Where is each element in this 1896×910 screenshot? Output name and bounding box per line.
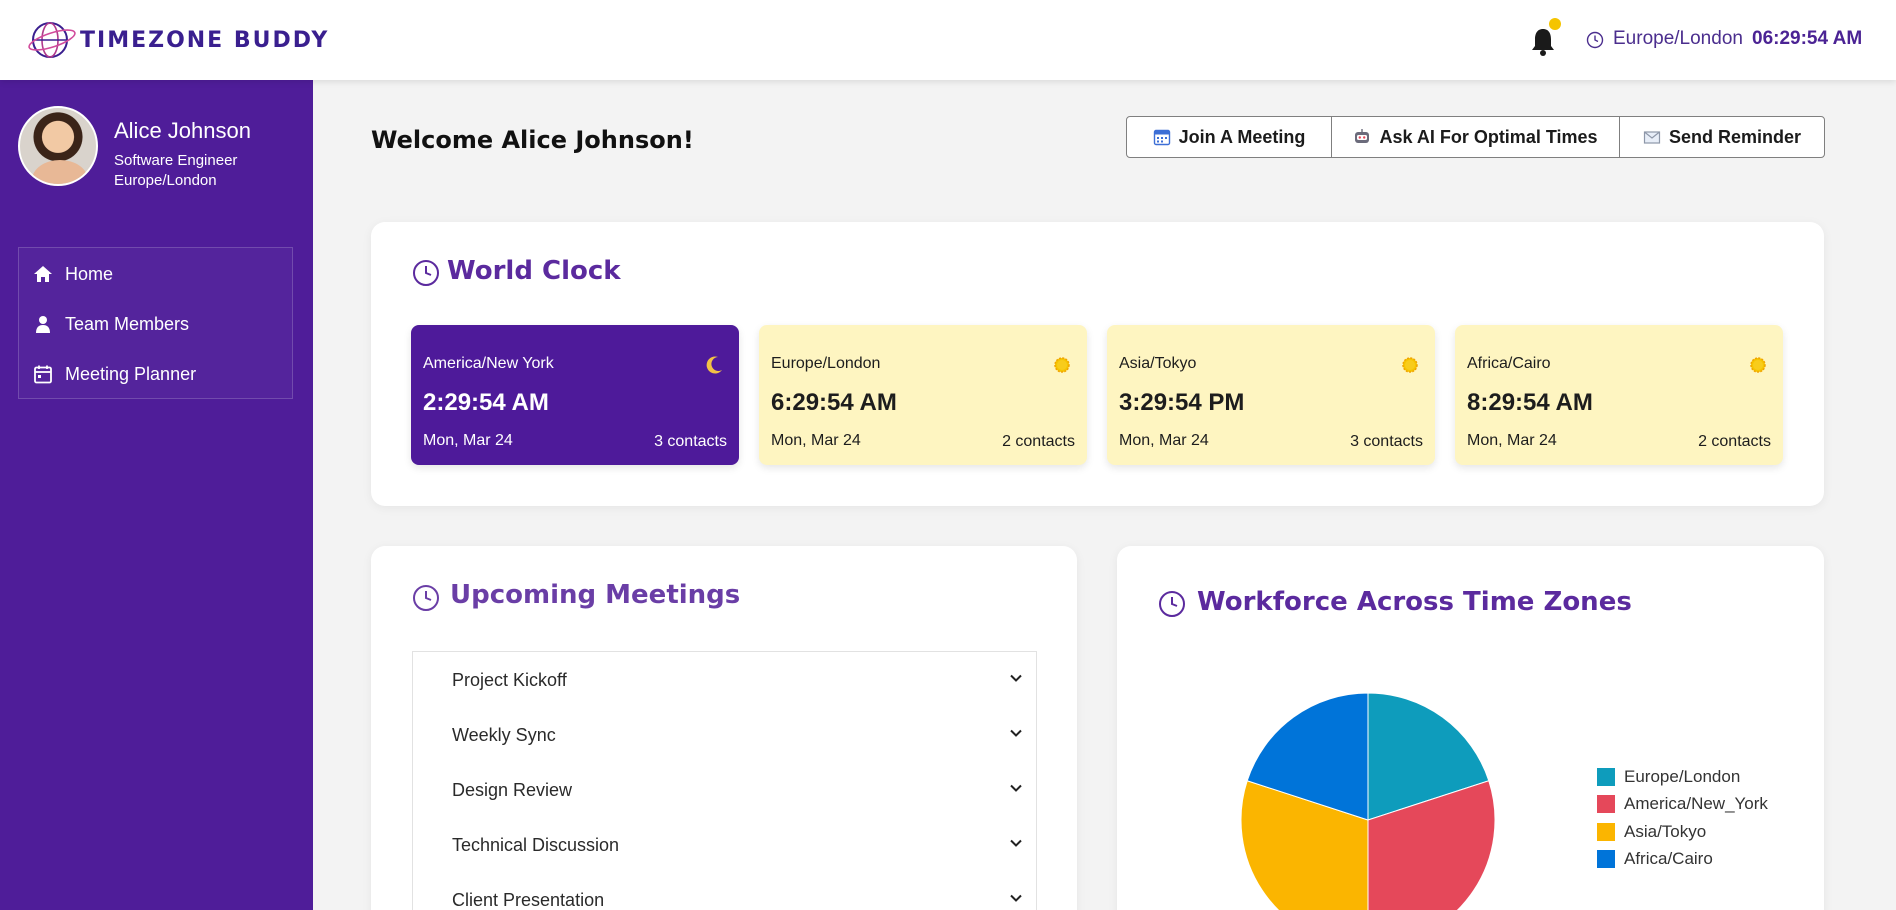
chevron-down-icon <box>1010 674 1022 682</box>
sun-icon <box>1054 357 1070 373</box>
legend-label: Africa/Cairo <box>1624 849 1713 869</box>
world-clock-title: World Clock <box>447 256 621 286</box>
robot-icon <box>1355 129 1370 143</box>
meeting-item[interactable]: Design Review <box>413 762 1036 817</box>
meeting-item[interactable]: Technical Discussion <box>413 817 1036 872</box>
sidebar-item-team-members[interactable]: Team Members <box>19 300 292 348</box>
chart-legend: Europe/London America/New_York Asia/Tokyo A… <box>1597 763 1768 873</box>
legend-label: Asia/Tokyo <box>1624 821 1707 841</box>
chevron-down-icon <box>1010 894 1022 902</box>
sidebar-item-label: Meeting Planner <box>65 363 197 384</box>
clock-date: Mon, Mar 24 <box>1119 432 1209 449</box>
user-name: Alice Johnson <box>114 118 251 143</box>
legend-item[interactable]: Africa/Cairo <box>1597 846 1768 874</box>
sidebar-item-meeting-planner[interactable]: Meeting Planner <box>19 350 292 398</box>
meeting-item[interactable]: Client Presentation <box>413 872 1036 910</box>
clock-tile-asia-tokyo[interactable]: Asia/Tokyo 3:29:54 PM Mon, Mar 24 3 cont… <box>1107 325 1435 465</box>
join-meeting-button[interactable]: Join A Meeting <box>1127 117 1332 157</box>
clock-zone: Asia/Tokyo <box>1119 355 1197 372</box>
meeting-item[interactable]: Project Kickoff <box>413 652 1036 707</box>
user-icon <box>36 316 50 333</box>
clock-date: Mon, Mar 24 <box>1467 432 1557 449</box>
clock-zone: America/New York <box>423 355 554 372</box>
calendar-icon <box>1153 129 1170 146</box>
sidebar: Alice Johnson Software Engineer Europe/L… <box>0 80 313 910</box>
clock-icon <box>413 585 439 611</box>
send-reminder-label: Send Reminder <box>1668 126 1802 147</box>
ask-ai-button[interactable]: Ask AI For Optimal Times <box>1332 117 1620 157</box>
sun-icon <box>1750 357 1766 373</box>
clock-contacts: 3 contacts <box>1350 433 1423 450</box>
clock-date: Mon, Mar 24 <box>423 432 513 449</box>
legend-swatch <box>1597 767 1615 786</box>
ask-ai-label: Ask AI For Optimal Times <box>1379 126 1598 147</box>
clock-tile-europe-london[interactable]: Europe/London 6:29:54 AM Mon, Mar 24 2 c… <box>759 325 1087 465</box>
clock-contacts: 3 contacts <box>654 433 727 450</box>
clock-zone: Africa/Cairo <box>1467 355 1551 372</box>
clock-icon <box>413 260 439 286</box>
user-timezone: Europe/London <box>114 172 217 189</box>
brand-name: TIMEZONE BUDDY <box>80 27 330 53</box>
clock-contacts: 2 contacts <box>1002 433 1075 450</box>
join-meeting-label: Join A Meeting <box>1178 126 1306 147</box>
sidebar-nav: Home Team Members Meeting Planner <box>18 247 293 399</box>
user-role: Software Engineer <box>114 152 238 169</box>
home-icon <box>34 266 52 282</box>
upcoming-meetings-title: Upcoming Meetings <box>450 580 741 610</box>
clock-contacts: 2 contacts <box>1698 433 1771 450</box>
envelope-icon <box>1643 131 1661 144</box>
clock-date: Mon, Mar 24 <box>771 432 861 449</box>
clock-time: 8:29:54 AM <box>1467 389 1593 416</box>
workforce-title: Workforce Across Time Zones <box>1197 587 1632 617</box>
calendar-icon <box>34 365 52 384</box>
avatar[interactable] <box>18 106 98 186</box>
legend-swatch <box>1597 822 1615 841</box>
current-timezone: Europe/London <box>1613 28 1743 49</box>
clock-tile-america-new-york[interactable]: America/New York 2:29:54 AM Mon, Mar 24 … <box>411 325 739 465</box>
meeting-title: Client Presentation <box>452 890 605 910</box>
clock-time: 2:29:54 AM <box>423 389 549 416</box>
current-time: 06:29:54 AM <box>1752 28 1863 49</box>
clock-zone: Europe/London <box>771 355 881 372</box>
meeting-title: Project Kickoff <box>452 670 567 690</box>
legend-item[interactable]: Asia/Tokyo <box>1597 818 1768 846</box>
legend-swatch <box>1597 795 1615 814</box>
globe-logo-icon <box>28 22 76 58</box>
clock-time: 6:29:54 AM <box>771 389 897 416</box>
chevron-down-icon <box>1010 729 1022 737</box>
sidebar-item-home[interactable]: Home <box>19 250 292 298</box>
clock-icon <box>1159 591 1185 617</box>
moon-icon <box>706 356 722 374</box>
sidebar-item-label: Home <box>65 263 114 284</box>
notification-dot <box>1549 18 1561 30</box>
legend-label: Europe/London <box>1624 766 1741 786</box>
legend-label: America/New_York <box>1624 794 1768 814</box>
meeting-title: Weekly Sync <box>452 725 556 745</box>
meeting-title: Technical Discussion <box>452 835 620 855</box>
chevron-down-icon <box>1010 839 1022 847</box>
sidebar-item-label: Team Members <box>65 313 190 334</box>
legend-swatch <box>1597 850 1615 869</box>
legend-item[interactable]: America/New_York <box>1597 791 1768 819</box>
top-header: TIMEZONE BUDDY Europe/London 06:29:54 AM <box>0 0 1896 80</box>
meeting-item[interactable]: Weekly Sync <box>413 707 1036 762</box>
chevron-down-icon <box>1010 784 1022 792</box>
clock-tile-africa-cairo[interactable]: Africa/Cairo 8:29:54 AM Mon, Mar 24 2 co… <box>1455 325 1783 465</box>
clock-time: 3:29:54 PM <box>1119 389 1245 416</box>
page-title: Welcome Alice Johnson! <box>371 126 694 154</box>
workforce-pie-chart <box>1240 692 1496 910</box>
brand-logo[interactable]: TIMEZONE BUDDY <box>28 20 329 60</box>
meeting-title: Design Review <box>452 780 573 800</box>
action-button-group: Join A Meeting Ask AI For Optimal Times … <box>1126 116 1825 158</box>
sun-icon <box>1402 357 1418 373</box>
bell-icon[interactable] <box>1530 26 1556 56</box>
avatar-portrait <box>32 160 88 184</box>
meetings-accordion: Project Kickoff Weekly Sync Design Revie… <box>412 651 1037 910</box>
clock-icon <box>1586 31 1604 49</box>
send-reminder-button[interactable]: Send Reminder <box>1620 117 1824 157</box>
legend-item[interactable]: Europe/London <box>1597 763 1768 791</box>
